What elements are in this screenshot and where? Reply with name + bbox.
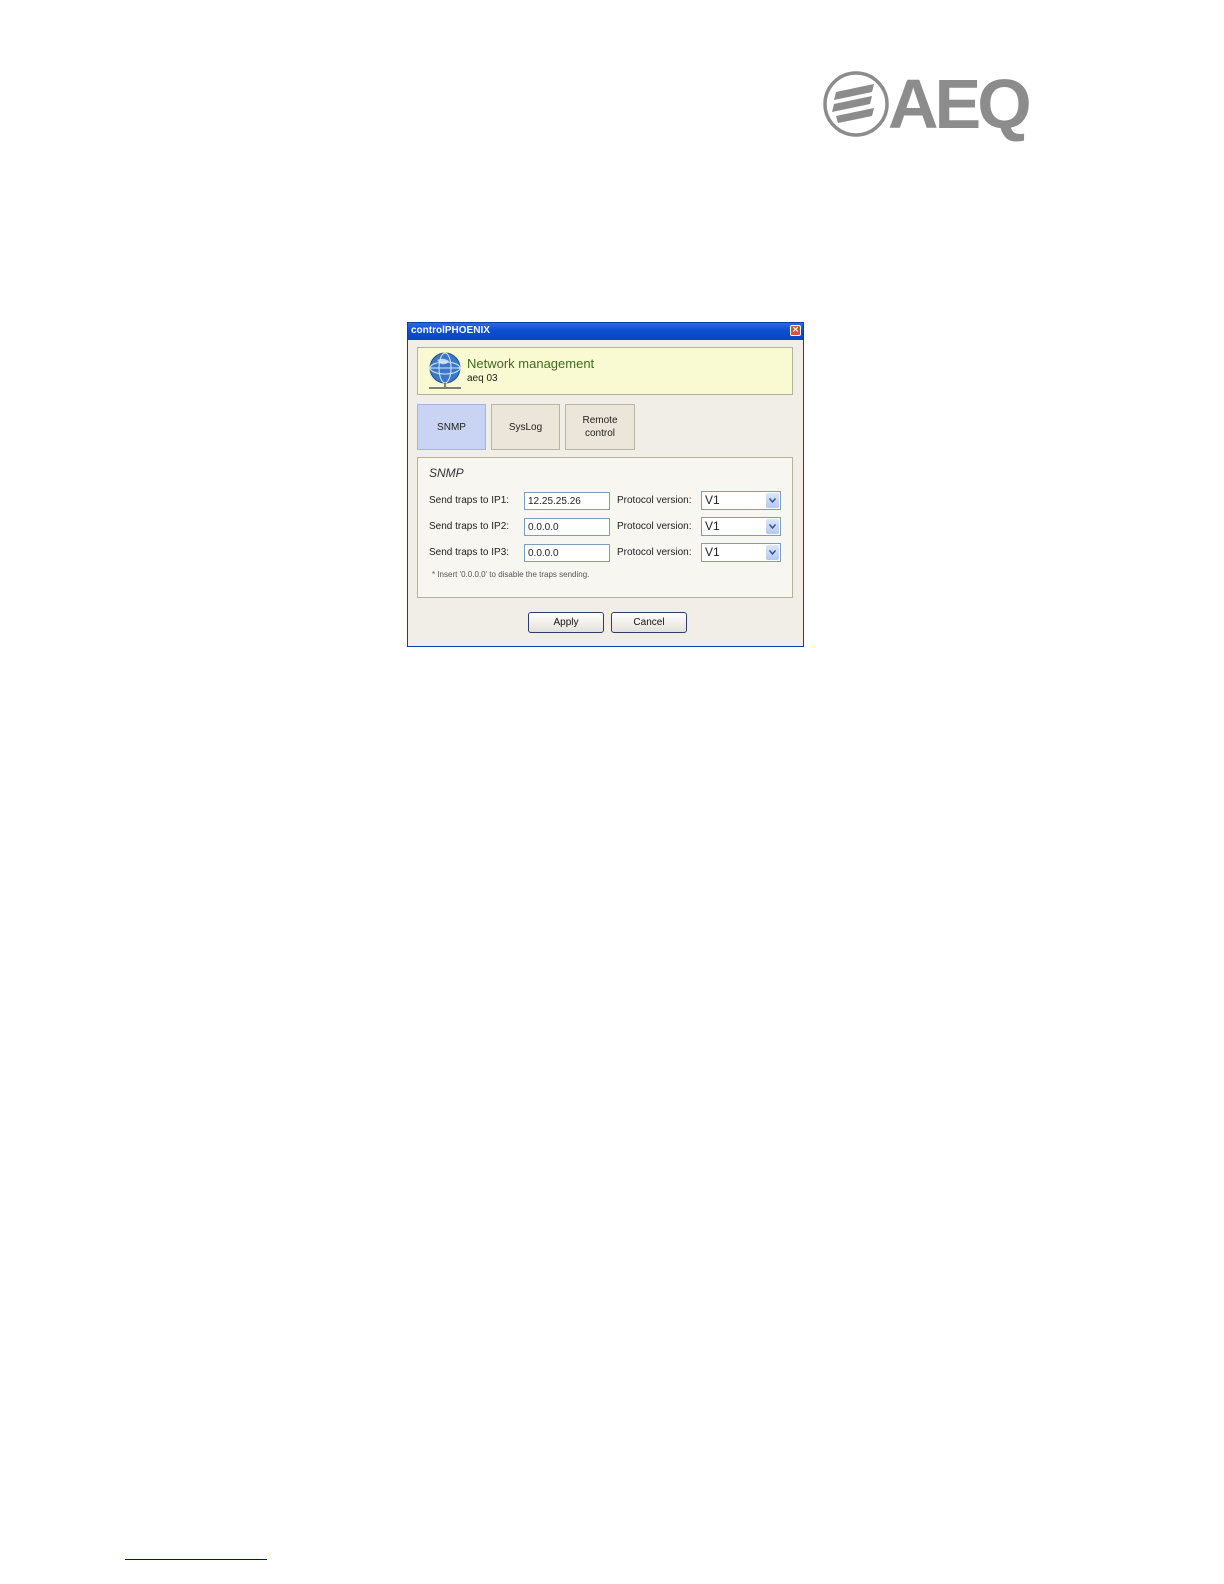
tab-snmp-label: SNMP [437,421,466,433]
ip2-input[interactable] [524,518,610,536]
apply-button[interactable]: Apply [528,612,604,633]
footer-link-underline[interactable] [125,1559,267,1560]
dialog-body: Network management aeq 03 SNMP SysLog Re… [408,340,803,646]
snmp-section: SNMP Send traps to IP1: Protocol version… [417,457,793,598]
header-panel: Network management aeq 03 [417,347,793,395]
protocol-version-value-1: V1 [705,493,720,507]
protocol-version-label-3: Protocol version: [617,547,692,558]
tab-syslog[interactable]: SysLog [491,404,560,450]
window-titlebar[interactable]: controlPHOENIX × [408,323,803,340]
ip1-label: Send traps to IP1: [429,495,510,506]
header-title: Network management [467,356,595,371]
tab-remote-control-label: Remote control [582,415,618,439]
aeq-logo: AEQ [822,65,1032,143]
protocol-version-select-2[interactable]: V1 [701,517,781,536]
section-title: SNMP [429,466,464,480]
chevron-down-icon[interactable] [766,519,779,534]
chevron-down-icon[interactable] [766,493,779,508]
ip1-input[interactable] [524,492,610,510]
ip2-label: Send traps to IP2: [429,521,510,532]
ip3-label: Send traps to IP3: [429,547,510,558]
aeq-logo-mark-icon [823,71,889,137]
aeq-logo-text: AEQ [888,65,1032,143]
header-subtitle: aeq 03 [467,373,498,384]
disable-traps-note: * Insert '0.0.0.0' to disable the traps … [432,570,590,579]
close-icon[interactable]: × [790,325,801,336]
tab-remote-control[interactable]: Remote control [565,404,635,450]
chevron-down-icon[interactable] [766,545,779,560]
tab-snmp[interactable]: SNMP [417,404,486,450]
protocol-version-label-1: Protocol version: [617,495,692,506]
protocol-version-value-3: V1 [705,545,720,559]
tab-syslog-label: SysLog [508,421,543,433]
protocol-version-value-2: V1 [705,519,720,533]
ip3-input[interactable] [524,544,610,562]
cancel-button[interactable]: Cancel [611,612,687,633]
protocol-version-select-1[interactable]: V1 [701,491,781,510]
window-title: controlPHOENIX [411,325,490,336]
protocol-version-select-3[interactable]: V1 [701,543,781,562]
network-management-dialog: controlPHOENIX × Network management aeq … [407,322,804,647]
protocol-version-label-2: Protocol version: [617,521,692,532]
network-globe-icon [429,352,461,389]
